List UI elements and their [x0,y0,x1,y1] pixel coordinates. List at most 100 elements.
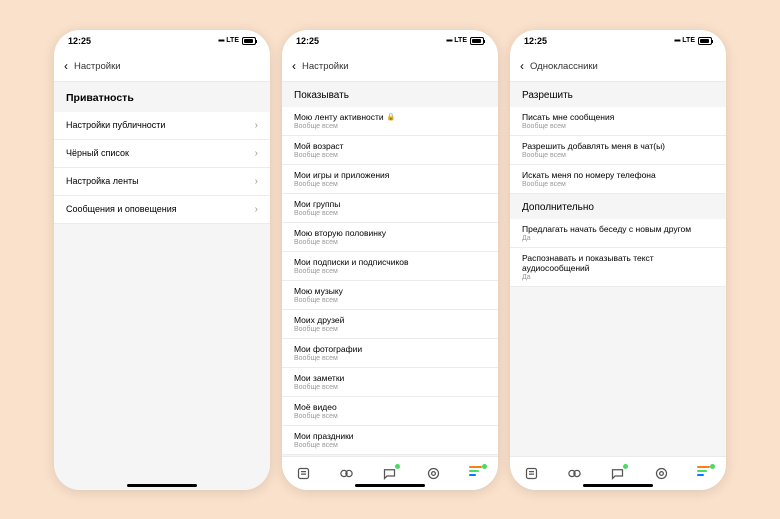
notification-badge [710,464,715,469]
section-header-show: Показывать [282,82,498,107]
home-indicator[interactable] [127,484,197,487]
tab-feed-icon[interactable] [296,466,311,481]
row-activity-feed[interactable]: Мою ленту активности🔒 Вообще всем [282,107,498,136]
back-chevron-icon[interactable]: ‹ [64,59,68,73]
row-publicity-settings[interactable]: Настройки публичности › [54,112,270,140]
status-bar: 12:25 ▪▪▪▪ LTE [510,30,726,52]
phone-privacy-main: 12:25 ▪▪▪▪ LTE ‹ Настройки Приватность Н… [54,30,270,490]
section-header-additional: Дополнительно [510,194,726,219]
row-sub: Да [522,274,714,281]
signal-icon: ▪▪▪▪ [218,36,223,45]
nav-bar: ‹ Настройки [54,52,270,82]
row-notes[interactable]: Мои заметки Вообще всем [282,368,498,397]
row-messages-notifications[interactable]: Сообщения и оповещения › [54,196,270,224]
row-label: Моё видео [294,402,486,412]
row-relationship[interactable]: Мою вторую половинку Вообще всем [282,223,498,252]
row-sub: Вообще всем [294,326,486,333]
network-label: LTE [226,37,239,44]
row-label: Мои заметки [294,373,486,383]
back-label[interactable]: Настройки [74,61,121,72]
row-sub: Вообще всем [294,355,486,362]
row-blacklist[interactable]: Чёрный список › [54,140,270,168]
battery-icon [242,37,256,45]
row-label: Мои игры и приложения [294,170,486,180]
section-header-allow: Разрешить [510,82,726,107]
row-music[interactable]: Мою музыку Вообще всем [282,281,498,310]
row-label: Мои подписки и подписчиков [294,257,486,267]
row-audio-transcribe[interactable]: Распознавать и показывать текст аудиосоо… [510,248,726,287]
tab-notifications-icon[interactable] [654,466,669,481]
row-games-apps[interactable]: Мои игры и приложения Вообще всем [282,165,498,194]
lock-icon: 🔒 [387,113,396,121]
row-friends[interactable]: Моих друзей Вообще всем [282,310,498,339]
tab-discussions-icon[interactable] [339,466,354,481]
nav-bar: ‹ Одноклассники [510,52,726,82]
tab-messages-icon[interactable] [382,466,397,481]
phone-visibility-settings: 12:25 ▪▪▪▪ LTE ‹ Настройки Показывать Мо… [282,30,498,490]
home-indicator[interactable] [583,484,653,487]
row-sub: Вообще всем [522,152,714,159]
page-title: Приватность [54,82,270,112]
row-video[interactable]: Моё видео Вообще всем [282,397,498,426]
row-sub: Вообще всем [294,297,486,304]
row-label: Моих друзей [294,315,486,325]
row-sub: Вообще всем [294,384,486,391]
tab-menu-icon[interactable] [469,466,484,481]
status-bar: 12:25 ▪▪▪▪ LTE [282,30,498,52]
tab-notifications-icon[interactable] [426,466,441,481]
row-label: Искать меня по номеру телефона [522,170,714,180]
content-area: Приватность Настройки публичности › Чёрн… [54,82,270,490]
row-age[interactable]: Мой возраст Вообще всем [282,136,498,165]
row-sub: Вообще всем [522,123,714,130]
row-sub: Вообще всем [294,442,486,449]
status-time: 12:25 [524,36,547,46]
row-label: Мою музыку [294,286,486,296]
battery-icon [698,37,712,45]
row-groups[interactable]: Мои группы Вообще всем [282,194,498,223]
back-chevron-icon[interactable]: ‹ [520,59,524,73]
row-subscriptions[interactable]: Мои подписки и подписчиков Вообще всем [282,252,498,281]
row-sub: Вообще всем [294,239,486,246]
chevron-right-icon: › [255,148,258,159]
home-indicator[interactable] [355,484,425,487]
nav-bar: ‹ Настройки [282,52,498,82]
row-photos[interactable]: Мои фотографии Вообще всем [282,339,498,368]
row-label: Мои праздники [294,431,486,441]
battery-icon [470,37,484,45]
chevron-right-icon: › [255,204,258,215]
row-suggest-chat[interactable]: Предлагать начать беседу с новым другом … [510,219,726,248]
status-bar: 12:25 ▪▪▪▪ LTE [54,30,270,52]
tab-discussions-icon[interactable] [567,466,582,481]
status-time: 12:25 [68,36,91,46]
row-label: Мои группы [294,199,486,209]
tab-feed-icon[interactable] [524,466,539,481]
row-sub: Вообще всем [294,123,486,130]
tab-menu-icon[interactable] [697,466,712,481]
row-label: Чёрный список [66,148,129,158]
content-area: Разрешить Писать мне сообщения Вообще вс… [510,82,726,456]
back-label[interactable]: Одноклассники [530,61,598,72]
tab-messages-icon[interactable] [610,466,625,481]
row-sub: Вообще всем [294,181,486,188]
row-write-messages[interactable]: Писать мне сообщения Вообще всем [510,107,726,136]
notification-badge [623,464,628,469]
row-holidays[interactable]: Мои праздники Вообще всем [282,426,498,455]
back-label[interactable]: Настройки [302,61,349,72]
row-label: Мой возраст [294,141,486,151]
back-chevron-icon[interactable]: ‹ [292,59,296,73]
row-label: Мои фотографии [294,344,486,354]
row-label: Распознавать и показывать текст аудиосоо… [522,253,714,273]
network-label: LTE [682,37,695,44]
row-find-by-phone[interactable]: Искать меня по номеру телефона Вообще вс… [510,165,726,194]
row-label: Предлагать начать беседу с новым другом [522,224,714,234]
row-feed-settings[interactable]: Настройка ленты › [54,168,270,196]
row-sub: Вообще всем [294,268,486,275]
row-add-to-chats[interactable]: Разрешить добавлять меня в чат(ы) Вообще… [510,136,726,165]
chevron-right-icon: › [255,176,258,187]
notification-badge [395,464,400,469]
row-label: Писать мне сообщения [522,112,714,122]
row-sub: Вообще всем [294,152,486,159]
network-label: LTE [454,37,467,44]
content-area: Показывать Мою ленту активности🔒 Вообще … [282,82,498,456]
signal-icon: ▪▪▪▪ [674,36,679,45]
